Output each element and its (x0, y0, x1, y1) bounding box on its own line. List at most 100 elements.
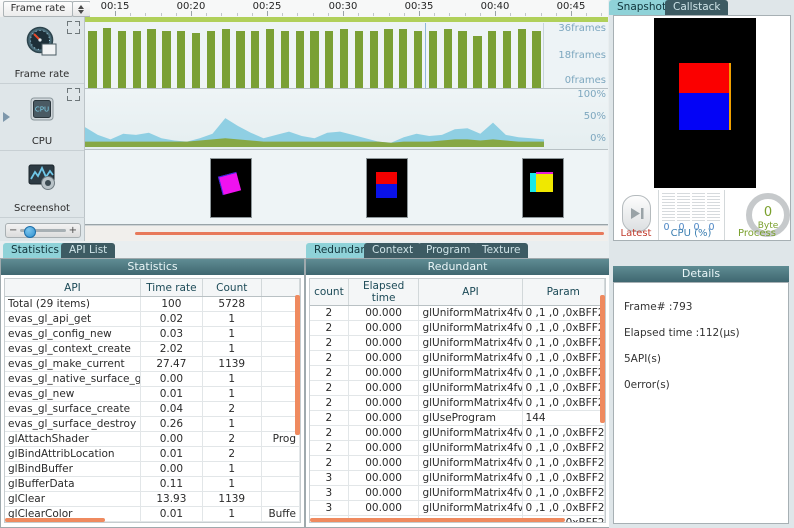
table-row[interactable]: evas_gl_api_get 0.02 1 (5, 311, 300, 327)
table-row[interactable]: evas_gl_new 0.01 1 (5, 386, 300, 402)
table-row[interactable]: 300.000glUniformMatrix4fv0 ,1 ,0 ,0xBFF2… (310, 485, 605, 501)
sidebar-item-cpu[interactable]: CPU CPU (0, 84, 84, 151)
sidebar-item-screenshot[interactable]: Screenshot (0, 151, 84, 218)
table-cell: 0.00 (140, 521, 203, 522)
process-cell[interactable]: 0 Byte Process (724, 190, 790, 240)
table-cell: 3 (310, 500, 349, 516)
column-header[interactable]: API (5, 279, 141, 297)
snapshot-preview[interactable] (613, 15, 791, 192)
details-title: Details (613, 266, 789, 282)
screenshot-thumb[interactable] (522, 158, 564, 218)
statistics-vscroll-thumb[interactable] (295, 295, 300, 435)
column-header[interactable]: Time rate (140, 279, 203, 297)
mode-selector[interactable]: Frame rate (3, 1, 73, 17)
table-row[interactable]: 2 00.000 glUniformMatrix4fv 0 ,1 ,0 ,0xBFF2… (310, 395, 605, 411)
statistics-table: API Time rate Count Total (29 items) 100 572… (5, 279, 300, 522)
table-cell (261, 341, 300, 357)
table-row[interactable]: glBindAttribLocation 0.01 2 (5, 446, 300, 462)
tab-api-list[interactable]: API List (61, 243, 116, 258)
table-cell: 3 (310, 470, 349, 486)
time-ruler[interactable]: 00:15 00:20 00:25 00:30 00:35 00:40 00:45 (90, 0, 608, 17)
playhead-marker[interactable] (425, 23, 426, 88)
table-row[interactable]: 2 00.000 glUniformMatrix4fv 0 ,1 ,0 ,0xBFF2… (310, 440, 605, 456)
framerate-bar (103, 27, 112, 88)
table-cell: evas_gl_make_current (5, 356, 141, 372)
column-header[interactable]: count (310, 279, 349, 306)
table-row[interactable]: evas_gl_surface_destroy 0.26 1 (5, 416, 300, 432)
table-cell: Prog (261, 521, 300, 522)
table-row[interactable]: glClear 13.93 1139 (5, 491, 300, 507)
screenshot-thumb[interactable] (366, 158, 408, 218)
table-row[interactable]: 2 00.000 glUniformMatrix4fv 0 ,1 ,0 ,0xBFF2… (310, 305, 605, 321)
redundant-hscroll-thumb[interactable] (310, 518, 565, 522)
table-row[interactable]: glAttachShader 0.00 2 Prog (5, 431, 300, 447)
table-row[interactable]: 2 00.000 glUniformMatrix4fv 0 ,1 ,0 ,0xBFF2… (310, 455, 605, 471)
column-header[interactable]: API (418, 279, 523, 306)
latest-cell[interactable]: Latest (614, 190, 659, 240)
table-row[interactable]: 2 00.000 glUniformMatrix4fv 0 ,1 ,0 ,0xBFF2… (310, 350, 605, 366)
table-row[interactable]: 2 00.000 glUniformMatrix4fv 0 ,1 ,0 ,0xBFF2… (310, 365, 605, 381)
table-cell: glUniformMatrix4fv (418, 425, 523, 441)
timeline-hscrollbar[interactable] (85, 225, 608, 241)
statistics-hscroll-thumb[interactable] (5, 518, 105, 522)
right-tabbar: Snapshot Callstack (609, 0, 794, 15)
tab-texture[interactable]: Texture (474, 243, 529, 258)
table-row[interactable]: 2 00.000 glUniformMatrix4fv 0 ,1 ,0 ,0xBFF2… (310, 335, 605, 351)
sidebar-item-label: Frame rate (14, 69, 70, 80)
expand-icon[interactable] (67, 21, 80, 34)
expand-icon[interactable] (67, 88, 80, 101)
tab-program[interactable]: Program (418, 243, 479, 258)
table-row[interactable]: 300.000glUniformMatrix4fv0 ,1 ,0 ,0xBFF2… (310, 500, 605, 516)
table-cell: glUniformMatrix4fv (418, 395, 523, 411)
zoom-slider[interactable]: − + (5, 223, 81, 238)
table-row[interactable]: Total (29 items) 100 5728 (5, 296, 300, 312)
updown-spinner-icon[interactable] (72, 1, 91, 17)
sidebar-item-frame-rate[interactable]: Frame rate (0, 17, 84, 84)
table-row[interactable]: glBufferData 0.11 1 (5, 476, 300, 492)
column-header[interactable]: Count (202, 279, 262, 297)
expand-arrow-icon[interactable] (3, 112, 10, 122)
table-cell: 0 ,1 ,0 ,0xBFF2A (522, 425, 605, 441)
zoom-minus-label[interactable]: − (9, 225, 17, 236)
table-row[interactable]: 2 00.000 glUniformMatrix4fv 0 ,1 ,0 ,0xBFF2… (310, 320, 605, 336)
table-row[interactable]: evas_gl_make_current 27.47 1139 (5, 356, 300, 372)
table-row[interactable]: glBindBuffer 0.00 1 (5, 461, 300, 477)
table-row[interactable]: evas_gl_native_surface_ge 0.00 1 (5, 371, 300, 387)
table-row[interactable]: 2 00.000 glUniformMatrix4fv 0 ,1 ,0 ,0xBFF2… (310, 425, 605, 441)
statistics-table-wrap[interactable]: API Time rate Count Total (29 items) 100 572… (4, 278, 301, 523)
column-header[interactable]: Param (522, 279, 605, 306)
table-row[interactable]: evas_gl_context_create 2.02 1 (5, 341, 300, 357)
zoom-slider-knob[interactable] (24, 225, 36, 238)
screenshot-thumb[interactable] (210, 158, 252, 218)
graph-area: 36frames 18frames 0frames 100% 50% 0% (85, 17, 608, 241)
table-cell: glBufferData (5, 476, 141, 492)
table-row[interactable]: evas_gl_config_new 0.03 1 (5, 326, 300, 342)
table-body: 2 00.000 glUniformMatrix4fv 0 ,1 ,0 ,0xBFF2… (310, 305, 605, 522)
table-row[interactable]: evas_gl_surface_create 0.04 2 (5, 401, 300, 417)
timeline-hscroll-thumb[interactable] (135, 232, 604, 235)
tab-statistics[interactable]: Statistics (3, 243, 67, 258)
ruler-label: 00:30 (328, 1, 358, 12)
tab-callstack[interactable]: Callstack (665, 0, 729, 15)
column-header[interactable]: Elapsed time (348, 279, 420, 306)
zoom-plus-label[interactable]: + (69, 225, 77, 236)
table-row[interactable]: 2 00.000 glUniformMatrix4fv 0 ,1 ,0 ,0xBFF2… (310, 380, 605, 396)
table-row[interactable]: 300.000glUniformMatrix4fv0 ,1 ,0 ,0xBFF2… (310, 470, 605, 486)
redundant-table-wrap[interactable]: count Elapsed time API Param 2 00.000 glUnifo… (309, 278, 606, 523)
table-row[interactable]: 2 00.000 glUseProgram 144 (310, 410, 605, 426)
cpu-cell[interactable]: 0 0 0 0 CPU (%) (658, 190, 725, 240)
ruler-minor-tick (221, 13, 223, 16)
screenshot-track[interactable] (85, 150, 608, 225)
cpu-chart[interactable]: 100% 50% 0% (85, 89, 608, 150)
column-header[interactable] (261, 279, 300, 297)
framerate-chart[interactable]: 36frames 18frames 0frames (85, 17, 608, 89)
latest-label: Latest (620, 228, 652, 239)
framerate-bar (428, 31, 438, 88)
tab-context[interactable]: Context (364, 243, 422, 258)
framerate-bar (488, 31, 497, 88)
redundant-vscroll-thumb[interactable] (600, 295, 605, 423)
table-cell: 13.93 (140, 491, 203, 507)
skip-to-end-icon[interactable] (622, 195, 651, 232)
svg-text:CPU: CPU (35, 106, 49, 114)
table-cell: 1 (202, 416, 262, 432)
